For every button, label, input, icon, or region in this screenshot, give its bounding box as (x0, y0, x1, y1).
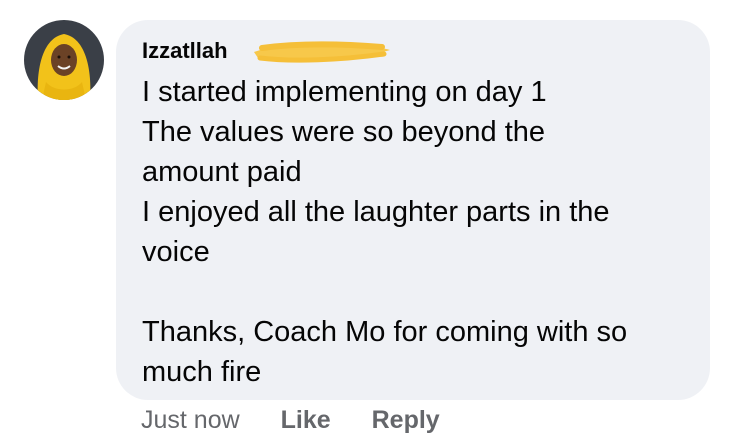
comment-line: Thanks, Coach Mo for coming with so (142, 316, 628, 348)
like-button[interactable]: Like (281, 406, 331, 434)
author-name[interactable]: Izzatllah (142, 38, 228, 63)
comment-line: I started implementing on day 1 (142, 76, 547, 108)
comment-actions: Just now Like Reply (141, 404, 474, 436)
reply-button[interactable]: Reply (372, 406, 440, 434)
comment-line: I enjoyed all the laughter parts in the (142, 196, 610, 228)
comment-line: much fire (142, 356, 262, 388)
redaction-scribble (254, 41, 390, 63)
comment-line: The values were so beyond the (142, 116, 546, 148)
author-row: Izzatllah (142, 38, 684, 64)
comment-text: I started implementing on day 1 The valu… (142, 72, 684, 392)
comment-line: amount paid (142, 156, 302, 188)
timestamp[interactable]: Just now (141, 406, 240, 434)
comment-bubble: Izzatllah I started implementing on day … (116, 20, 710, 400)
user-avatar-photo (24, 20, 104, 100)
avatar[interactable] (24, 20, 104, 100)
comment: Izzatllah I started implementing on day … (0, 0, 750, 443)
comment-line: voice (142, 236, 210, 268)
